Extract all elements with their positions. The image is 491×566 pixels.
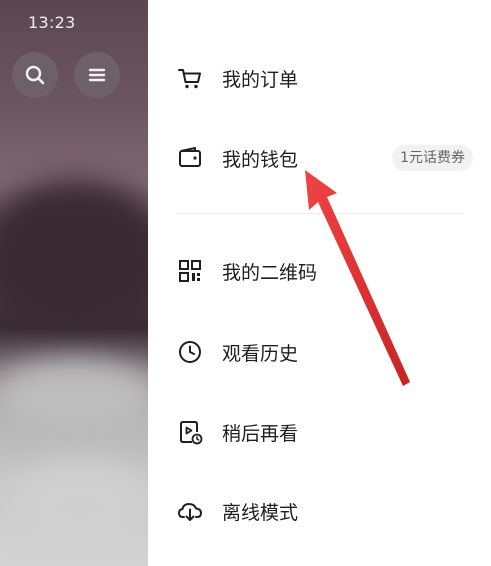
watch-later-icon <box>176 418 204 446</box>
menu-item-history[interactable]: 观看历史 <box>148 327 491 377</box>
blur-shape <box>0 360 148 440</box>
clock-icon <box>176 338 204 366</box>
blur-shape <box>0 180 148 330</box>
search-button[interactable] <box>12 52 58 98</box>
side-drawer: 我的订单 我的钱包 1元话费券 我的二维码 观看历史 稍后再看 离线模式 <box>148 0 491 566</box>
search-icon <box>25 65 45 85</box>
cart-icon <box>176 64 204 92</box>
menu-item-label: 我的二维码 <box>222 261 318 284</box>
menu-icon <box>88 68 106 82</box>
menu-item-watch-later[interactable]: 稍后再看 <box>148 407 491 457</box>
qr-code-icon <box>176 257 204 285</box>
menu-item-label: 我的订单 <box>222 68 299 91</box>
menu-item-label: 我的钱包 <box>222 148 299 171</box>
menu-item-orders[interactable]: 我的订单 <box>148 53 491 103</box>
cloud-download-icon <box>176 497 204 525</box>
wallet-icon <box>176 144 204 172</box>
menu-item-label: 稍后再看 <box>222 422 299 445</box>
status-time: 13:23 <box>28 13 76 32</box>
divider <box>176 213 464 214</box>
menu-item-wallet[interactable]: 我的钱包 1元话费券 <box>148 133 491 183</box>
menu-item-qr-code[interactable]: 我的二维码 <box>148 246 491 296</box>
menu-item-label: 离线模式 <box>222 501 299 524</box>
menu-item-label: 观看历史 <box>222 342 299 365</box>
menu-button[interactable] <box>74 52 120 98</box>
coupon-badge: 1元话费券 <box>392 145 473 171</box>
background-blurred-content: 13:23 <box>0 0 148 566</box>
blur-shape <box>10 460 148 550</box>
menu-item-offline[interactable]: 离线模式 <box>148 486 491 536</box>
